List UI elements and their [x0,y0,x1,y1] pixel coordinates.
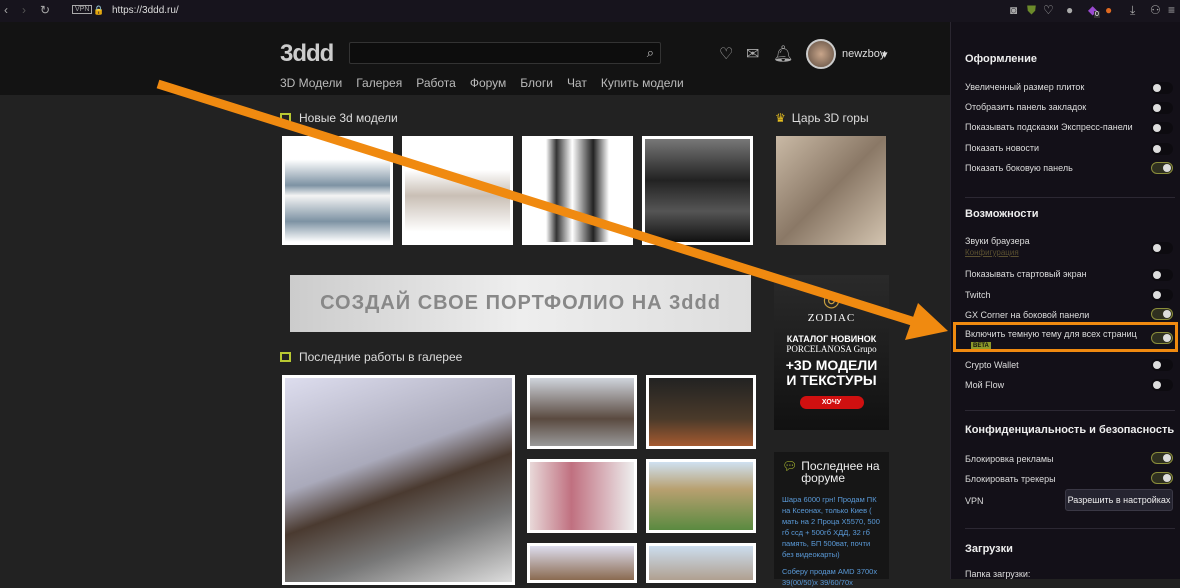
setting-label: Показывать подсказки Экспресс-панели [965,122,1133,132]
toggle-speed-dial-hints[interactable] [1151,122,1173,134]
setting-label: Показывать стартовый экран [965,269,1087,279]
section-heading: Возможности [965,208,1039,220]
divider [965,410,1175,411]
section-heading: Оформление [965,53,1037,65]
toggle-gx-corner[interactable] [1151,308,1173,320]
toggle-ad-block[interactable] [1151,452,1173,464]
vpn-settings-button[interactable]: Разрешить в настройках [1065,489,1173,511]
setting-label: Показать новости [965,143,1040,153]
setting-label: Блокировка рекламы [965,454,1054,464]
setting-label: Crypto Wallet [965,360,1019,370]
setting-label: Увеличенный размер плиток [965,82,1085,92]
vpn-label: VPN [965,496,984,506]
toggle-sidebar[interactable] [1151,162,1173,174]
setting-label: Отобразить панель закладок [965,102,1087,112]
setting-label: Звуки браузера [965,236,1030,246]
setting-label: Показать боковую панель [965,163,1073,173]
section-heading: Загрузки [965,543,1013,555]
setting-label: Блокировать трекеры [965,474,1056,484]
download-folder-label: Папка загрузки: [965,569,1031,579]
toggle-block-trackers[interactable] [1151,472,1173,484]
setting-label: Мой Flow [965,380,1005,390]
toggle-twitch[interactable] [1151,289,1173,301]
divider [965,197,1175,198]
divider [965,528,1175,529]
section-heading: Конфиденциальность и безопасность [965,424,1175,436]
setting-label: Twitch [965,290,991,300]
toggle-start-screen[interactable] [1151,269,1173,281]
toggle-my-flow[interactable] [1151,379,1173,391]
toggle-bookmarks-bar[interactable] [1151,102,1173,114]
configure-link[interactable]: Конфигурация [965,248,1019,257]
toggle-crypto-wallet[interactable] [1151,359,1173,371]
toggle-news[interactable] [1151,143,1173,155]
arrow-shaft [156,79,917,327]
setting-label: GX Corner на боковой панели [965,310,1090,320]
toggle-browser-sounds[interactable] [1151,242,1173,254]
toggle-large-tiles[interactable] [1151,82,1173,94]
highlight-box [953,322,1178,352]
settings-panel: Оформление Увеличенный размер плиток Ото… [950,22,1180,579]
